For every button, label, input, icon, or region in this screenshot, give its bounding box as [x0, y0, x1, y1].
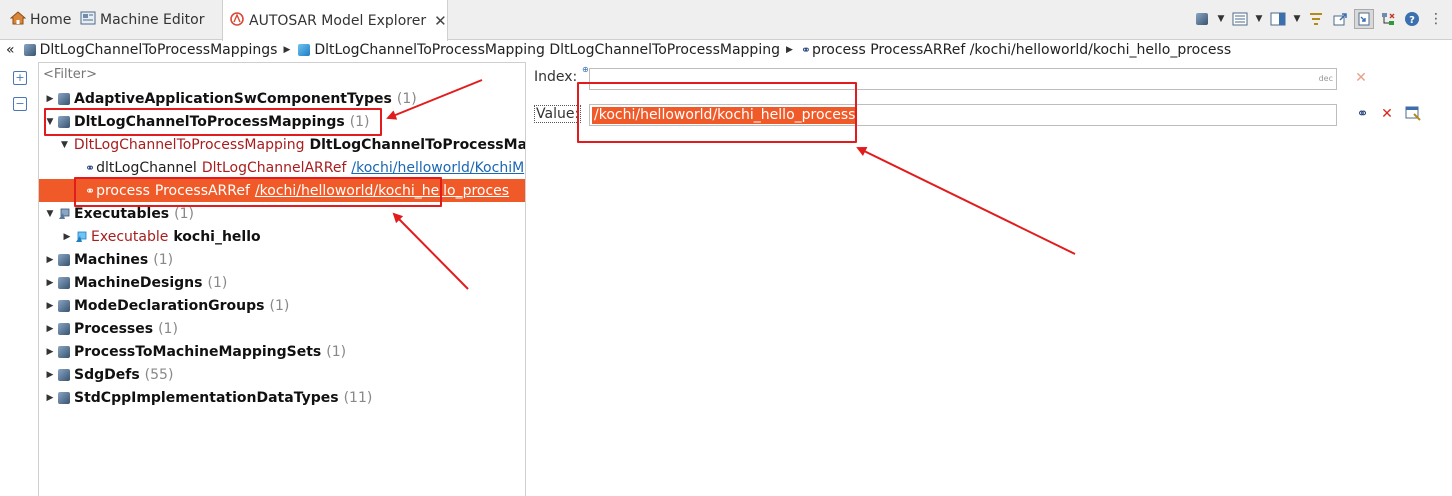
element-icon	[298, 43, 311, 56]
tab-home[interactable]: Home	[4, 0, 77, 40]
property-panel: Index: ⊕ dec ✕ Value: /kochi/helloworld/…	[527, 62, 1452, 496]
filter-input[interactable]	[39, 63, 525, 85]
tab-autosar-model-explorer[interactable]: AUTOSAR Model Explorer ✕	[222, 0, 448, 41]
browse-icon[interactable]	[1405, 105, 1421, 125]
filter-icon[interactable]	[1306, 9, 1326, 29]
tab-home-label: Home	[30, 12, 72, 28]
chevron-right-icon[interactable]: ▶	[44, 301, 56, 311]
cube-icon	[58, 368, 70, 381]
view-toolbar: ▼ ▼ ▼ ? ⋮	[1192, 0, 1446, 38]
reference-icon[interactable]: ⚭	[1353, 106, 1369, 122]
chevron-right-icon[interactable]: ▶	[61, 232, 73, 242]
executable-icon	[75, 231, 87, 243]
chevron-down-icon[interactable]: ▼	[1254, 14, 1264, 24]
chevron-down-icon[interactable]: ▼	[1292, 14, 1302, 24]
index-label: Index:	[534, 69, 578, 85]
layout-icon[interactable]	[1268, 9, 1288, 29]
chevron-down-icon[interactable]: ▼	[44, 209, 56, 219]
executables-icon	[58, 208, 70, 220]
chevron-right-icon[interactable]: ▶	[44, 347, 56, 357]
reference-icon: ⚭	[85, 183, 95, 198]
chevron-down-icon[interactable]: ▼	[44, 117, 56, 127]
tree-item-dlt-mapping[interactable]: ▼ DltLogChannelToProcessMapping DltLogCh…	[39, 133, 525, 156]
editor-tab-bar: Home Machine Editor AUTOSAR Model Explor…	[0, 0, 1452, 41]
chevron-right-icon: ▶	[785, 44, 793, 55]
cube-icon[interactable]	[1192, 9, 1212, 29]
clear-index-icon[interactable]: ✕	[1353, 70, 1369, 86]
tree-item-stdcpp-implementation-data-types[interactable]: ▶ StdCppImplementationDataTypes (11)	[39, 386, 525, 409]
delete-value-icon[interactable]: ✕	[1379, 106, 1395, 122]
index-format-hint: dec	[1318, 74, 1333, 83]
tree-item-process-ref[interactable]: ⚭ process ProcessARRef /kochi/helloworld…	[39, 179, 525, 202]
tree-item-machines[interactable]: ▶ Machines (1)	[39, 248, 525, 271]
tree-item-process-to-machine-mapping-sets[interactable]: ▶ ProcessToMachineMappingSets (1)	[39, 340, 525, 363]
collapse-all-icon[interactable]: −	[13, 97, 27, 111]
breadcrumb: « DltLogChannelToProcessMappings ▶ DltLo…	[0, 40, 1452, 59]
tree-item-sdg-defs[interactable]: ▶ SdgDefs (55)	[39, 363, 525, 386]
menu-icon[interactable]: ⋮	[1426, 9, 1446, 29]
info-icon: ⊕	[582, 65, 589, 74]
tree-item-executable-kochi-hello[interactable]: ▶ Executable kochi_hello	[39, 225, 525, 248]
list-view-icon[interactable]	[1230, 9, 1250, 29]
tree-item-dlt-channel-ref[interactable]: ⚭ dltLogChannel DltLogChannelARRef /koch…	[39, 156, 525, 179]
model-tree-panel: ▶ AdaptiveApplicationSwComponentTypes (1…	[38, 62, 526, 496]
tab-autosar-label: AUTOSAR Model Explorer	[249, 12, 427, 29]
home-icon	[9, 11, 27, 29]
reference-icon: ⚭	[85, 160, 95, 175]
cube-icon	[58, 391, 70, 404]
cube-icon	[58, 253, 70, 266]
tree-item-mode-declaration-groups[interactable]: ▶ ModeDeclarationGroups (1)	[39, 294, 525, 317]
chevron-right-icon: ▶	[283, 44, 291, 55]
link-editor-icon[interactable]	[1354, 9, 1374, 29]
value-label: Value:	[534, 105, 582, 123]
index-field[interactable]: dec	[589, 68, 1337, 90]
tree-item-machine-designs[interactable]: ▶ MachineDesigns (1)	[39, 271, 525, 294]
chevron-down-icon[interactable]: ▼	[61, 140, 68, 150]
cube-icon	[58, 92, 70, 105]
value-text: /kochi/helloworld/kochi_hello_process	[592, 107, 858, 124]
chevron-right-icon[interactable]: ▶	[44, 370, 56, 380]
cube-icon	[58, 115, 70, 128]
tab-machine-editor[interactable]: Machine Editor	[74, 0, 211, 40]
breadcrumb-item-process[interactable]: process ProcessARRef /kochi/helloworld/k…	[812, 42, 1231, 58]
tree-item-processes[interactable]: ▶ Processes (1)	[39, 317, 525, 340]
tree-item-executables[interactable]: ▼ Executables (1)	[39, 202, 525, 225]
value-field[interactable]: /kochi/helloworld/kochi_hello_process	[589, 104, 1337, 126]
chevron-down-icon[interactable]: ▼	[1216, 14, 1226, 24]
cube-icon	[58, 299, 70, 312]
chevron-right-icon[interactable]: ▶	[44, 278, 56, 288]
chevron-right-icon[interactable]: ▶	[44, 393, 56, 403]
tab-machine-editor-label: Machine Editor	[100, 12, 205, 28]
breadcrumb-item-mapping[interactable]: DltLogChannelToProcessMapping DltLogChan…	[314, 42, 780, 58]
cube-icon	[58, 322, 70, 335]
chevron-right-icon[interactable]: ▶	[44, 255, 56, 265]
help-icon[interactable]: ?	[1402, 9, 1422, 29]
chevron-right-icon[interactable]: ▶	[44, 324, 56, 334]
close-icon[interactable]: ✕	[434, 12, 447, 30]
autosar-icon	[229, 11, 245, 31]
cube-icon	[58, 276, 70, 289]
reference-icon: ⚭	[800, 42, 811, 57]
cube-icon	[23, 43, 36, 56]
tree-item-dlt-mappings[interactable]: ▼ DltLogChannelToProcessMappings (1)	[39, 110, 525, 133]
tree-item-adaptive-application[interactable]: ▶ AdaptiveApplicationSwComponentTypes (1…	[39, 87, 525, 110]
breadcrumb-back-icon[interactable]: «	[6, 42, 15, 58]
export-icon[interactable]	[1330, 9, 1350, 29]
cube-icon	[58, 345, 70, 358]
expand-all-icon[interactable]: +	[13, 71, 27, 85]
editor-icon	[80, 11, 96, 29]
svg-text:?: ?	[1409, 15, 1415, 26]
breadcrumb-item-mappings[interactable]: DltLogChannelToProcessMappings	[40, 42, 278, 58]
hierarchy-icon[interactable]	[1378, 9, 1398, 29]
tree-tool-strip: + −	[0, 60, 38, 496]
chevron-right-icon[interactable]: ▶	[44, 94, 56, 104]
